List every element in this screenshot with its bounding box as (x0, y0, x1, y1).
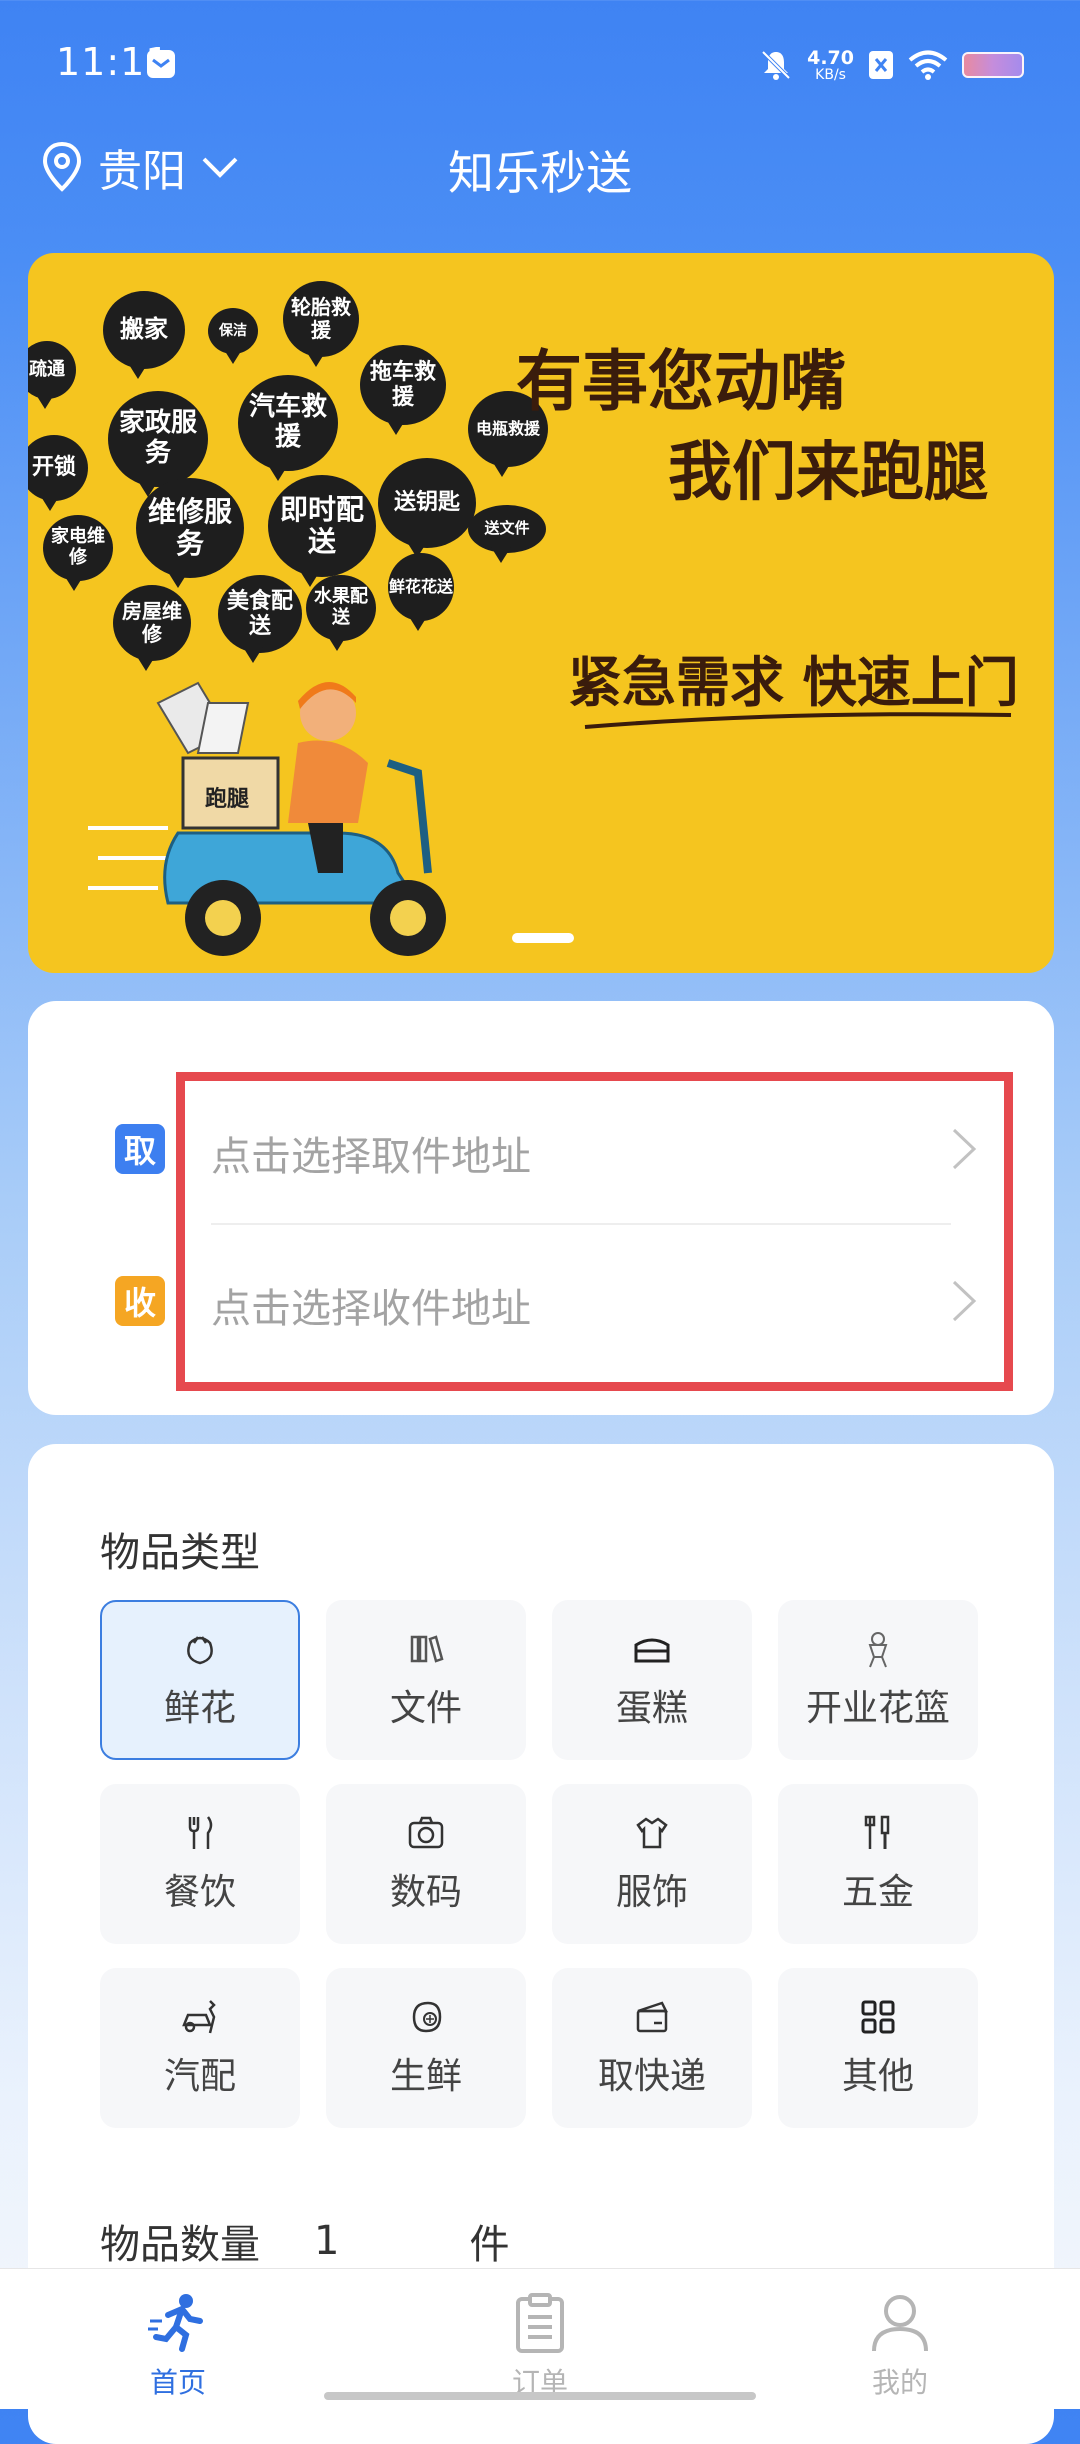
category-label: 蛋糕 (615, 1688, 688, 1729)
category-item-clothing[interactable]: 服饰 (552, 1784, 752, 1944)
delivery-address-row[interactable]: 收 点击选择收件地址 (28, 1228, 1054, 1378)
banner-bubble: 轮胎救援 (283, 281, 359, 367)
promo-banner[interactable]: 搬家 保洁 轮胎救援 疏通 汽车救援 拖车救援 家政服务 电瓶救援 开锁 维修服… (28, 253, 1054, 973)
banner-slogan-2: 我们来跑腿 (668, 435, 988, 510)
user-icon (872, 2295, 928, 2352)
category-label: 五金 (841, 1872, 914, 1913)
flower-basket-icon (868, 1632, 888, 1668)
banner-bubble: 家电维修 (43, 515, 113, 591)
home-indicator[interactable] (324, 2392, 756, 2400)
category-label: 生鲜 (389, 2056, 462, 2097)
category-item-flower[interactable]: 鲜花 (100, 1600, 300, 1760)
banner-bubble: 美食配送 (218, 575, 302, 663)
category-label: 数码 (389, 1872, 462, 1913)
page-title: 知乐秒送 (448, 146, 632, 200)
scooter-box-label: 跑腿 (205, 786, 249, 811)
camera-icon (408, 1816, 444, 1849)
banner-bubble: 房屋维修 (113, 585, 191, 671)
clothing-icon (636, 1817, 668, 1849)
category-item-pickup-package[interactable]: 取快递 (552, 1968, 752, 2128)
mute-bell-icon (761, 50, 791, 80)
delivery-address-placeholder: 点击选择收件地址 (211, 1286, 531, 1332)
sim-x-icon (869, 51, 893, 79)
pickup-address-row[interactable]: 取 点击选择取件地址 (28, 1076, 1054, 1226)
nav-item-home[interactable]: 首页 (88, 2291, 268, 2401)
runner-icon (148, 2294, 203, 2352)
cake-icon (634, 1638, 670, 1663)
files-icon (410, 1635, 444, 1663)
address-card: 取 点击选择取件地址 收 点击选择收件地址 (28, 1001, 1054, 1415)
status-icons: 4.70 KB/s (759, 40, 1024, 90)
network-speed: 4.70 KB/s (807, 46, 854, 83)
banner-bubble: 家政服务 (108, 391, 208, 497)
network-speed-value: 4.70 (807, 46, 854, 69)
category-label: 服饰 (615, 1872, 688, 1913)
banner-bubble: 鲜花花送 (388, 553, 454, 631)
top-header: 贵阳 知乐秒送 (0, 125, 1080, 215)
network-speed-unit: KB/s (815, 66, 846, 83)
category-item-files[interactable]: 文件 (326, 1600, 526, 1760)
quantity-label: 物品数量 (100, 2222, 260, 2268)
category-item-dining[interactable]: 餐饮 (100, 1784, 300, 1944)
category-item-digital[interactable]: 数码 (326, 1784, 526, 1944)
banner-bubble: 维修服务 (136, 478, 244, 588)
banner-bubble: 疏通 (28, 341, 76, 409)
grid-icon (861, 2000, 895, 2034)
category-item-fresh-food[interactable]: 生鲜 (326, 1968, 526, 2128)
category-label: 餐饮 (163, 1872, 236, 1913)
category-item-flower-basket[interactable]: 开业花篮 (778, 1600, 978, 1760)
bottom-nav: 首页 订单 我的 (0, 2268, 1080, 2409)
banner-slogan-3: 紧急需求 快速上门 (568, 650, 1019, 714)
category-label: 鲜花 (163, 1688, 236, 1729)
category-label: 汽配 (163, 2056, 236, 2097)
category-label: 文件 (389, 1688, 462, 1729)
category-label: 开业花篮 (805, 1688, 950, 1729)
status-bar: 11:11 4.70 KB/s (0, 0, 1080, 125)
category-grid: 鲜花 文件 蛋糕 开业花篮 餐饮 数码 服饰 五金 汽配 生鲜 取快递 其他 (100, 1600, 990, 2128)
flower-icon (187, 1636, 213, 1665)
banner-bubble: 送文件 (468, 505, 546, 563)
message-notification-icon (147, 50, 175, 78)
category-item-hardware[interactable]: 五金 (778, 1784, 978, 1944)
quantity-row: 物品数量 1 件 (100, 2212, 509, 2270)
nav-label: 首页 (149, 2366, 206, 2399)
category-item-car-parts[interactable]: 汽配 (100, 1968, 300, 2128)
wifi-icon (908, 50, 948, 80)
chevron-right-icon (952, 1280, 977, 1322)
banner-bubble: 汽车救援 (238, 375, 338, 481)
banner-slogan-1: 有事您动嘴 (516, 342, 846, 420)
tools-icon (864, 1815, 890, 1849)
nav-item-orders[interactable]: 订单 (450, 2291, 630, 2401)
address-divider (211, 1223, 951, 1225)
car-parts-icon (182, 2000, 216, 2034)
banner-bubble: 搬家 (103, 291, 185, 379)
banner-bubble: 即时配送 (268, 475, 376, 587)
banner-pagination-dot[interactable] (512, 933, 574, 943)
delivery-badge: 收 (115, 1276, 165, 1326)
category-label: 其他 (841, 2056, 914, 2097)
category-item-cake[interactable]: 蛋糕 (552, 1600, 752, 1760)
slogan-underline (584, 712, 1012, 729)
clipboard-icon (516, 2293, 564, 2353)
fresh-food-icon (412, 2001, 442, 2033)
pickup-badge: 取 (115, 1124, 165, 1174)
nav-label: 我的 (871, 2366, 928, 2399)
banner-bubble: 开锁 (28, 435, 88, 511)
delivery-scooter-illustration: 跑腿 (88, 681, 446, 956)
banner-bubble: 水果配送 (306, 575, 376, 651)
chevron-right-icon (952, 1128, 977, 1170)
category-item-other[interactable]: 其他 (778, 1968, 978, 2128)
utensils-icon (188, 1816, 213, 1849)
banner-bubble: 拖车救援 (360, 345, 446, 435)
category-title: 物品类型 (100, 1530, 260, 1576)
battery-icon (962, 52, 1024, 78)
quantity-input[interactable]: 1 (314, 2218, 339, 2264)
nav-item-profile[interactable]: 我的 (810, 2291, 990, 2401)
banner-bubble: 送钥匙 (378, 458, 476, 558)
pickup-address-placeholder: 点击选择取件地址 (211, 1134, 531, 1180)
banner-bubble: 保洁 (208, 308, 258, 364)
package-icon (636, 2001, 669, 2033)
quantity-unit: 件 (469, 2222, 510, 2268)
category-label: 取快递 (597, 2056, 706, 2097)
